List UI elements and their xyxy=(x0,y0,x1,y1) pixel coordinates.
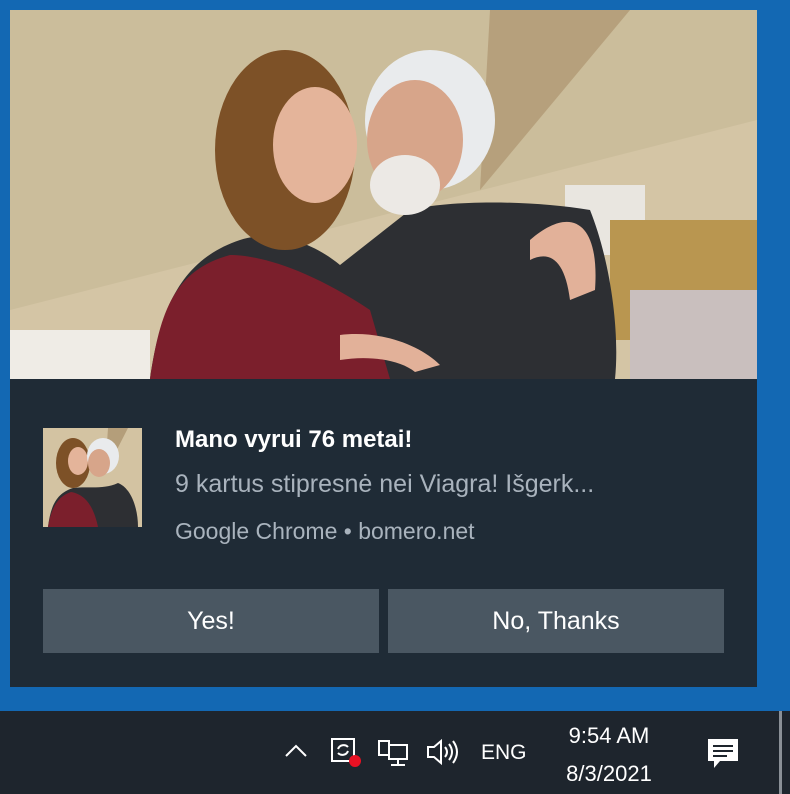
clock-time[interactable]: 9:54 AM xyxy=(554,723,664,749)
chevron-up-icon[interactable] xyxy=(283,738,309,764)
volume-icon[interactable] xyxy=(425,735,461,769)
sync-icon[interactable] xyxy=(329,735,363,769)
taskbar: ENG 9:54 AM 8/3/2021 xyxy=(0,711,790,794)
desktop-background: Mano vyrui 76 metai! 9 kartus stipresnė … xyxy=(0,0,790,711)
notification-title: Mano vyrui 76 metai! xyxy=(175,426,413,453)
chrome-notification-toast[interactable]: Mano vyrui 76 metai! 9 kartus stipresnė … xyxy=(10,10,757,687)
notification-hero-image[interactable] xyxy=(10,10,757,379)
notification-source: Google Chrome • bomero.net xyxy=(175,518,475,544)
show-desktop-edge[interactable] xyxy=(779,711,782,794)
yes-button[interactable]: Yes! xyxy=(43,589,379,653)
notification-message: 9 kartus stipresnė nei Viagra! Išgerk... xyxy=(175,470,595,498)
no-thanks-button[interactable]: No, Thanks xyxy=(388,589,724,653)
network-icon[interactable] xyxy=(377,735,411,769)
clock-date[interactable]: 8/3/2021 xyxy=(554,761,664,787)
notification-thumbnail xyxy=(43,428,142,527)
action-center-icon[interactable] xyxy=(704,733,742,773)
language-indicator[interactable]: ENG xyxy=(481,741,527,765)
